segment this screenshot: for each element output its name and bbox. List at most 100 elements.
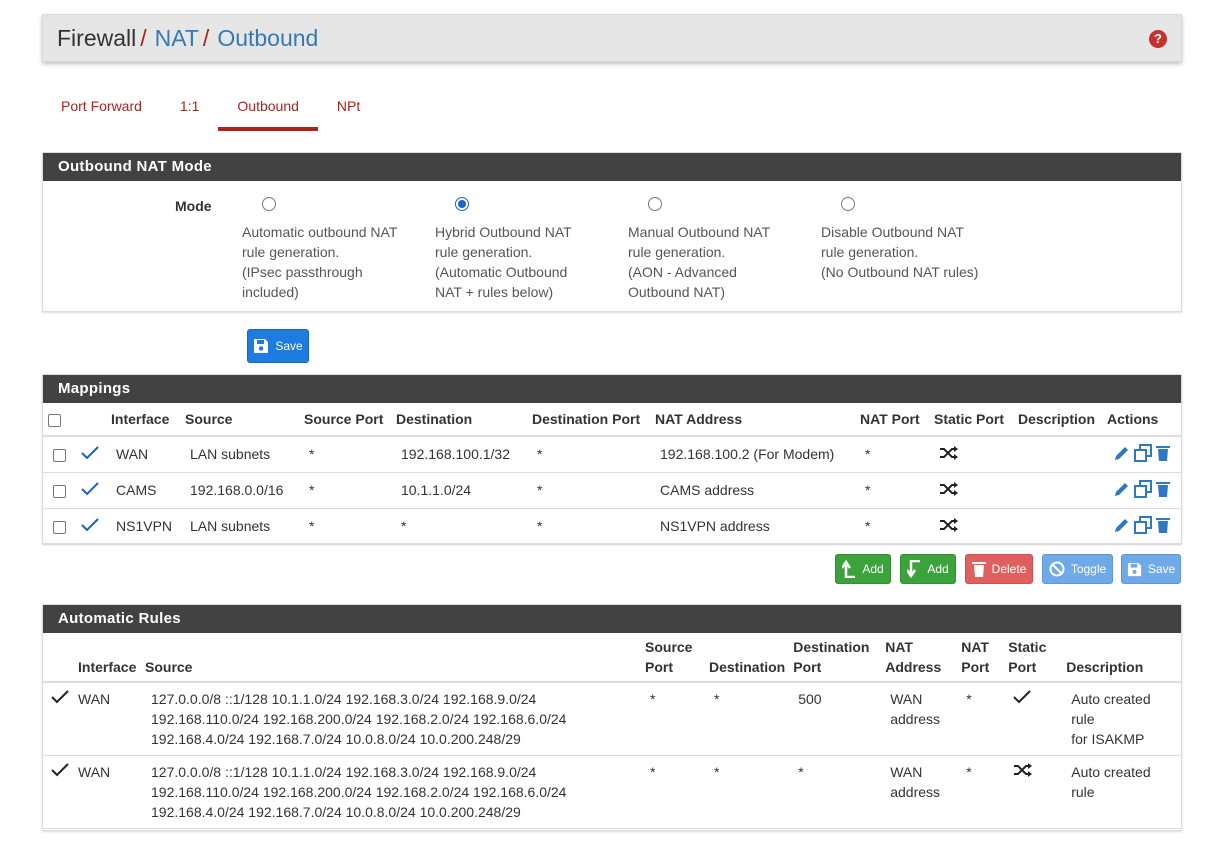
toggle-button[interactable]: Toggle (1042, 554, 1113, 584)
arrow-turn-down-icon (907, 560, 921, 578)
cell-nat-address: 192.168.100.2 (For Modem) (651, 436, 856, 473)
delete-button[interactable]: Delete (965, 554, 1033, 584)
panel-title: Outbound NAT Mode (43, 153, 1181, 181)
table-row: WAN 127.0.0.0/8 ::1/128 10.1.1.0/24 192.… (43, 682, 1181, 756)
mode-label: Mode (175, 198, 212, 214)
option-line: Hybrid Outbound NAT (435, 224, 572, 240)
cell-source: 127.0.0.0/8 ::1/128 10.1.1.0/24 192.168.… (141, 682, 641, 756)
save-label: Save (275, 339, 303, 353)
option-line: rule generation. (628, 244, 726, 260)
col-interface: Interface (107, 403, 181, 437)
col-source-port: Source Port (300, 403, 392, 437)
cell-description (1014, 472, 1103, 509)
mappings-save-button[interactable]: Save (1121, 554, 1181, 584)
mode-radio-automatic[interactable] (262, 197, 276, 211)
breadcrumb-nat[interactable]: NAT (155, 25, 199, 52)
cell-nat-port: * (957, 755, 1005, 829)
col-actions: Actions (1103, 403, 1181, 437)
mode-option-manual[interactable]: Manual Outbound NAT rule generation. (AO… (628, 197, 808, 302)
mode-radio-manual[interactable] (648, 197, 662, 211)
col-source: Source (181, 403, 300, 437)
col-static-port: Static Port (1004, 633, 1063, 683)
tab-outbound[interactable]: Outbound (218, 88, 318, 131)
col-destination: Destination (705, 633, 790, 683)
col-nat-address: NAT Address (651, 403, 856, 437)
tab-port-forward[interactable]: Port Forward (42, 88, 161, 131)
tab-one-to-one[interactable]: 1:1 (161, 88, 218, 131)
check-icon (1013, 690, 1031, 704)
option-line: Outbound NAT) (628, 284, 726, 300)
cell-source-port: * (300, 508, 392, 545)
breadcrumb-outbound[interactable]: Outbound (217, 25, 318, 52)
row-checkbox[interactable] (53, 484, 66, 498)
cell-source-port: * (641, 755, 705, 829)
cell-source[interactable]: LAN subnets (181, 508, 300, 545)
option-line: included) (242, 284, 299, 300)
shuffle-icon (940, 481, 958, 496)
arrow-turn-up-icon (842, 560, 856, 578)
option-line: (Automatic Outbound (435, 264, 568, 280)
add-label: Add (862, 562, 884, 576)
pencil-icon[interactable] (1113, 444, 1131, 462)
option-line: Disable Outbound NAT (821, 224, 964, 240)
delete-label: Delete (991, 562, 1027, 576)
mode-option-disable[interactable]: Disable Outbound NAT rule generation. (N… (821, 197, 1001, 282)
check-icon[interactable] (81, 446, 99, 460)
option-line: (IPsec passthrough (242, 264, 363, 280)
add-bottom-button[interactable]: Add (900, 554, 956, 584)
mode-option-automatic[interactable]: Automatic outbound NAT rule generation. … (242, 197, 422, 302)
check-icon[interactable] (81, 517, 99, 532)
cell-destination-port: * (528, 508, 651, 545)
mode-option-hybrid[interactable]: Hybrid Outbound NAT rule generation. (Au… (435, 197, 615, 302)
mode-save-button[interactable]: Save (247, 329, 309, 363)
option-line: (No Outbound NAT rules) (821, 264, 979, 280)
pencil-icon[interactable] (1113, 480, 1131, 498)
col-description: Description (1062, 633, 1181, 683)
table-row[interactable]: NS1VPN LAN subnets * * * NS1VPN address … (43, 508, 1181, 545)
table-row[interactable]: CAMS 192.168.0.0/16 * 10.1.1.0/24 * CAMS… (43, 472, 1181, 509)
pencil-icon[interactable] (1113, 516, 1131, 534)
breadcrumb-separator: / (140, 24, 147, 51)
mappings-panel: Mappings Interface Source Source Port De… (42, 374, 1182, 545)
tab-npt[interactable]: NPt (318, 88, 379, 131)
cell-source-port: * (300, 472, 392, 509)
cell-destination-port: * (528, 436, 651, 473)
help-icon[interactable]: ? (1149, 30, 1167, 48)
copy-icon[interactable] (1134, 479, 1152, 498)
trash-icon[interactable] (1155, 444, 1171, 462)
col-destination-port: Destination Port (789, 633, 882, 683)
row-checkbox[interactable] (53, 520, 66, 534)
breadcrumb-separator: / (202, 24, 210, 51)
cell-nat-port: * (957, 682, 1005, 756)
table-row[interactable]: WAN LAN subnets * 192.168.100.1/32 * 192… (43, 436, 1181, 473)
check-icon[interactable] (81, 481, 99, 496)
copy-icon[interactable] (1134, 515, 1152, 534)
mode-radio-disable[interactable] (841, 197, 855, 211)
cell-destination-port: * (528, 472, 651, 509)
trash-icon[interactable] (1155, 516, 1171, 534)
add-top-button[interactable]: Add (835, 554, 891, 584)
mode-radio-hybrid[interactable] (455, 197, 469, 211)
page-header: Firewall / NAT / Outbound ? (42, 14, 1182, 62)
cell-destination: * (705, 682, 790, 756)
copy-icon[interactable] (1134, 443, 1152, 462)
cell-source[interactable]: LAN subnets (181, 436, 300, 473)
mappings-table: Interface Source Source Port Destination… (43, 403, 1181, 545)
floppy-disk-icon (1127, 562, 1141, 576)
row-checkbox[interactable] (53, 449, 66, 463)
cell-destination-port: * (789, 755, 882, 829)
trash-icon (971, 562, 986, 577)
cell-destination: 10.1.1.0/24 (392, 472, 528, 509)
cell-nat-port: * (856, 472, 930, 509)
cell-interface: WAN (107, 436, 181, 473)
select-all-checkbox[interactable] (48, 413, 61, 427)
cell-nat-port: * (856, 436, 930, 473)
cell-description: Auto created rule for ISAKMP (1062, 682, 1181, 756)
add-label: Add (927, 562, 949, 576)
cell-nat-port: * (856, 508, 930, 545)
cell-interface: WAN (74, 682, 141, 756)
option-line: (AON - Advanced (628, 264, 737, 280)
trash-icon[interactable] (1155, 480, 1171, 498)
breadcrumb-firewall: Firewall (57, 24, 137, 51)
cell-description (1014, 436, 1103, 473)
